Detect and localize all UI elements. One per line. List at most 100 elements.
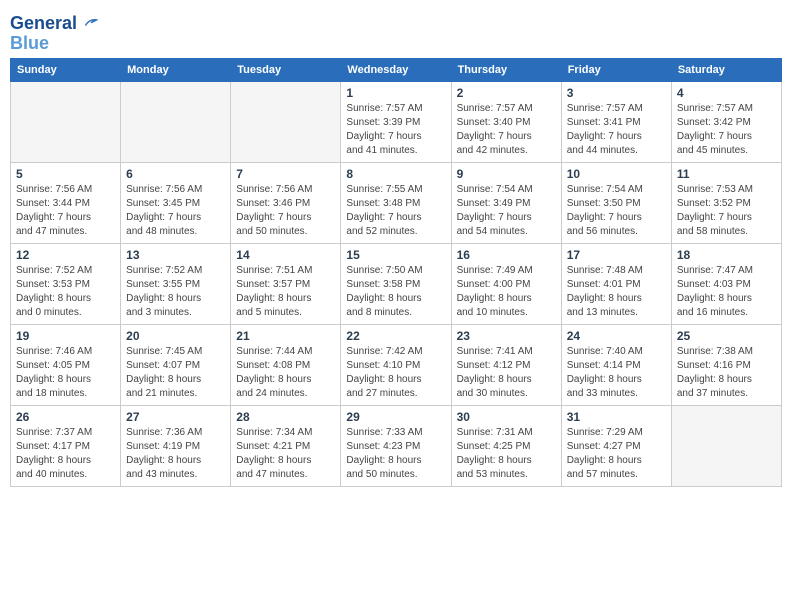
day-cell: 9Sunrise: 7:54 AMSunset: 3:49 PMDaylight… <box>451 162 561 243</box>
day-number: 6 <box>126 167 225 181</box>
week-row-4: 19Sunrise: 7:46 AMSunset: 4:05 PMDayligh… <box>11 324 782 405</box>
day-number: 29 <box>346 410 445 424</box>
day-info: Sunrise: 7:56 AMSunset: 3:44 PMDaylight:… <box>16 183 115 239</box>
day-cell: 3 Sunrise: 7:57 AMSunset: 3:41 PMDaylight… <box>561 81 671 162</box>
day-number: 24 <box>567 329 666 343</box>
day-info: Sunrise: 7:48 AMSunset: 4:01 PMDaylight:… <box>567 264 666 320</box>
day-number: 4 <box>677 86 776 100</box>
day-info: Sunrise: 7:34 AMSunset: 4:21 PMDaylight:… <box>236 426 335 482</box>
day-info: Sunrise: 7:44 AMSunset: 4:08 PMDaylight:… <box>236 345 335 401</box>
day-info: Sunrise: 7:56 AMSunset: 3:45 PMDaylight:… <box>126 183 225 239</box>
day-number: 13 <box>126 248 225 262</box>
day-info: Sunrise: 7:52 AMSunset: 3:55 PMDaylight:… <box>126 264 225 320</box>
logo-bird-icon <box>84 15 98 29</box>
day-number: 28 <box>236 410 335 424</box>
day-cell: 7 Sunrise: 7:56 AMSunset: 3:46 PMDaylight… <box>231 162 341 243</box>
day-cell: 16 Sunrise: 7:49 AMSunset: 4:00 PMDayligh… <box>451 243 561 324</box>
logo-blue-text: Blue <box>10 34 98 54</box>
day-info: Sunrise: 7:29 AMSunset: 4:27 PMDaylight:… <box>567 426 666 482</box>
day-info: Sunrise: 7:51 AMSunset: 3:57 PMDaylight:… <box>236 264 335 320</box>
logo: General Blue <box>10 14 98 54</box>
day-info: Sunrise: 7:33 AMSunset: 4:23 PMDaylight:… <box>346 426 445 482</box>
day-number: 15 <box>346 248 445 262</box>
day-info: Sunrise: 7:54 AMSunset: 3:50 PMDaylight:… <box>567 183 666 239</box>
day-number: 21 <box>236 329 335 343</box>
day-number: 12 <box>16 248 115 262</box>
day-number: 19 <box>16 329 115 343</box>
weekday-header-monday: Monday <box>121 58 231 81</box>
day-number: 31 <box>567 410 666 424</box>
day-cell <box>11 81 121 162</box>
day-cell: 22 Sunrise: 7:42 AMSunset: 4:10 PMDayligh… <box>341 324 451 405</box>
weekday-header-friday: Friday <box>561 58 671 81</box>
week-row-1: 1Sunrise: 7:57 AMSunset: 3:39 PMDaylight… <box>11 81 782 162</box>
week-row-2: 5 Sunrise: 7:56 AMSunset: 3:44 PMDaylight… <box>11 162 782 243</box>
day-cell: 1Sunrise: 7:57 AMSunset: 3:39 PMDaylight… <box>341 81 451 162</box>
day-number: 14 <box>236 248 335 262</box>
day-number: 5 <box>16 167 115 181</box>
day-cell <box>121 81 231 162</box>
day-cell: 20 Sunrise: 7:45 AMSunset: 4:07 PMDayligh… <box>121 324 231 405</box>
logo-text: General <box>10 14 98 34</box>
day-cell: 24 Sunrise: 7:40 AMSunset: 4:14 PMDayligh… <box>561 324 671 405</box>
day-info: Sunrise: 7:47 AMSunset: 4:03 PMDaylight:… <box>677 264 776 320</box>
day-info: Sunrise: 7:50 AMSunset: 3:58 PMDaylight:… <box>346 264 445 320</box>
day-cell: 18 Sunrise: 7:47 AMSunset: 4:03 PMDayligh… <box>671 243 781 324</box>
day-cell: 28 Sunrise: 7:34 AMSunset: 4:21 PMDayligh… <box>231 405 341 486</box>
day-cell: 17 Sunrise: 7:48 AMSunset: 4:01 PMDayligh… <box>561 243 671 324</box>
day-number: 2 <box>457 86 556 100</box>
day-number: 9 <box>457 167 556 181</box>
day-cell: 8 Sunrise: 7:55 AMSunset: 3:48 PMDaylight… <box>341 162 451 243</box>
day-number: 7 <box>236 167 335 181</box>
day-cell: 15 Sunrise: 7:50 AMSunset: 3:58 PMDayligh… <box>341 243 451 324</box>
day-number: 30 <box>457 410 556 424</box>
day-cell: 13 Sunrise: 7:52 AMSunset: 3:55 PMDayligh… <box>121 243 231 324</box>
week-row-3: 12 Sunrise: 7:52 AMSunset: 3:53 PMDayligh… <box>11 243 782 324</box>
day-cell: 6 Sunrise: 7:56 AMSunset: 3:45 PMDaylight… <box>121 162 231 243</box>
day-info: Sunrise: 7:56 AMSunset: 3:46 PMDaylight:… <box>236 183 335 239</box>
day-number: 18 <box>677 248 776 262</box>
page-header: General Blue <box>10 10 782 54</box>
day-number: 26 <box>16 410 115 424</box>
weekday-header-wednesday: Wednesday <box>341 58 451 81</box>
day-info: Sunrise: 7:40 AMSunset: 4:14 PMDaylight:… <box>567 345 666 401</box>
day-info: Sunrise: 7:37 AMSunset: 4:17 PMDaylight:… <box>16 426 115 482</box>
day-cell: 29 Sunrise: 7:33 AMSunset: 4:23 PMDayligh… <box>341 405 451 486</box>
day-number: 23 <box>457 329 556 343</box>
day-info: Sunrise: 7:52 AMSunset: 3:53 PMDaylight:… <box>16 264 115 320</box>
day-info: Sunrise: 7:57 AMSunset: 3:41 PMDaylight:… <box>567 102 666 158</box>
day-number: 17 <box>567 248 666 262</box>
day-number: 20 <box>126 329 225 343</box>
day-info: Sunrise: 7:57 AMSunset: 3:40 PMDaylight:… <box>457 102 556 158</box>
day-info: Sunrise: 7:38 AMSunset: 4:16 PMDaylight:… <box>677 345 776 401</box>
day-info: Sunrise: 7:57 AMSunset: 3:42 PMDaylight:… <box>677 102 776 158</box>
day-number: 16 <box>457 248 556 262</box>
day-cell: 30 Sunrise: 7:31 AMSunset: 4:25 PMDayligh… <box>451 405 561 486</box>
day-info: Sunrise: 7:49 AMSunset: 4:00 PMDaylight:… <box>457 264 556 320</box>
weekday-header-saturday: Saturday <box>671 58 781 81</box>
day-number: 11 <box>677 167 776 181</box>
calendar-table: SundayMondayTuesdayWednesdayThursdayFrid… <box>10 58 782 487</box>
day-info: Sunrise: 7:55 AMSunset: 3:48 PMDaylight:… <box>346 183 445 239</box>
day-cell: 10Sunrise: 7:54 AMSunset: 3:50 PMDayligh… <box>561 162 671 243</box>
day-cell: 2 Sunrise: 7:57 AMSunset: 3:40 PMDaylight… <box>451 81 561 162</box>
day-cell: 23 Sunrise: 7:41 AMSunset: 4:12 PMDayligh… <box>451 324 561 405</box>
day-cell: 26 Sunrise: 7:37 AMSunset: 4:17 PMDayligh… <box>11 405 121 486</box>
day-cell: 19Sunrise: 7:46 AMSunset: 4:05 PMDayligh… <box>11 324 121 405</box>
day-cell <box>671 405 781 486</box>
day-info: Sunrise: 7:42 AMSunset: 4:10 PMDaylight:… <box>346 345 445 401</box>
day-number: 1 <box>346 86 445 100</box>
day-info: Sunrise: 7:45 AMSunset: 4:07 PMDaylight:… <box>126 345 225 401</box>
day-cell <box>231 81 341 162</box>
day-cell: 5 Sunrise: 7:56 AMSunset: 3:44 PMDaylight… <box>11 162 121 243</box>
day-cell: 14 Sunrise: 7:51 AMSunset: 3:57 PMDayligh… <box>231 243 341 324</box>
day-number: 22 <box>346 329 445 343</box>
day-cell: 11Sunrise: 7:53 AMSunset: 3:52 PMDayligh… <box>671 162 781 243</box>
day-number: 3 <box>567 86 666 100</box>
day-number: 8 <box>346 167 445 181</box>
week-row-5: 26 Sunrise: 7:37 AMSunset: 4:17 PMDayligh… <box>11 405 782 486</box>
day-info: Sunrise: 7:41 AMSunset: 4:12 PMDaylight:… <box>457 345 556 401</box>
day-info: Sunrise: 7:36 AMSunset: 4:19 PMDaylight:… <box>126 426 225 482</box>
weekday-header-tuesday: Tuesday <box>231 58 341 81</box>
day-info: Sunrise: 7:31 AMSunset: 4:25 PMDaylight:… <box>457 426 556 482</box>
